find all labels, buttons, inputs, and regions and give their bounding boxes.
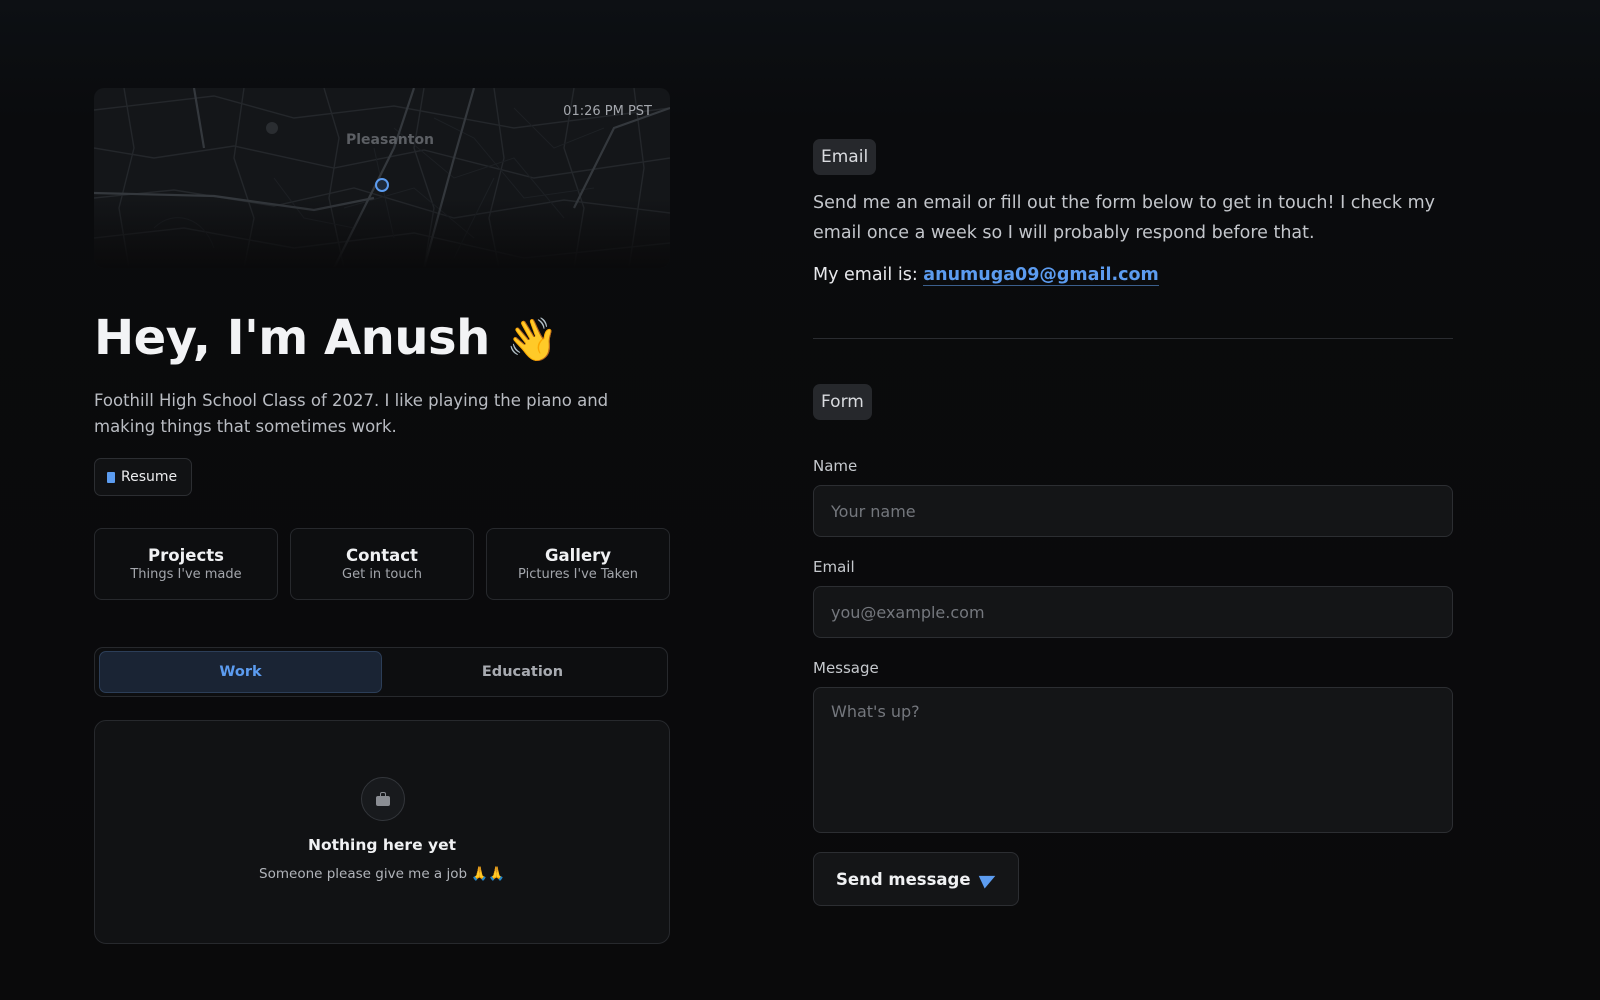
- message-textarea[interactable]: [813, 687, 1453, 833]
- email-label: Email: [813, 558, 855, 576]
- card-title: Gallery: [544, 546, 612, 565]
- gallery-card[interactable]: Gallery Pictures I've Taken: [486, 528, 670, 600]
- email-input[interactable]: [813, 586, 1453, 638]
- section-divider: [813, 338, 1453, 339]
- send-icon: [978, 869, 998, 889]
- email-line: My email is: anumuga09@gmail.com: [813, 265, 1159, 286]
- card-subtitle: Get in touch: [342, 567, 422, 582]
- location-pin-icon: [375, 178, 389, 192]
- card-title: Projects: [148, 546, 224, 565]
- location-map: Pleasanton 01:26 PM PST: [94, 88, 670, 268]
- contact-card[interactable]: Contact Get in touch: [290, 528, 474, 600]
- bio-text: Foothill High School Class of 2027. I li…: [94, 391, 609, 436]
- experience-tabs: Work Education: [94, 647, 668, 697]
- card-subtitle: Things I've made: [130, 567, 242, 582]
- nav-cards: Projects Things I've made Contact Get in…: [94, 528, 670, 600]
- profile-column: Pleasanton 01:26 PM PST Hey, I'm Anush 👋…: [94, 88, 670, 944]
- local-time: 01:26 PM PST: [563, 104, 652, 119]
- empty-state-panel: Nothing here yet Someone please give me …: [94, 720, 670, 944]
- message-label: Message: [813, 659, 879, 677]
- briefcase-icon: [376, 791, 390, 806]
- resume-button[interactable]: Resume: [94, 458, 193, 496]
- resume-label: Resume: [121, 469, 178, 485]
- empty-state-title: Nothing here yet: [307, 836, 457, 854]
- email-section-badge: Email: [813, 139, 877, 175]
- empty-state-subtitle: Someone please give me a job 🙏🙏: [259, 866, 505, 882]
- wave-icon: 👋: [505, 315, 558, 364]
- email-link[interactable]: anumuga09@gmail.com: [923, 265, 1159, 286]
- card-title: Contact: [346, 546, 418, 565]
- map-fade: [94, 198, 670, 268]
- empty-icon-circle: [361, 777, 405, 821]
- tab-education[interactable]: Education: [382, 652, 663, 692]
- email-prefix: My email is:: [813, 265, 918, 285]
- name-label: Name: [813, 457, 858, 475]
- page-title: Hey, I'm Anush 👋: [94, 310, 558, 366]
- form-section-badge: Form: [813, 384, 872, 420]
- send-message-button[interactable]: Send message: [813, 852, 1019, 906]
- name-input[interactable]: [813, 485, 1453, 537]
- card-subtitle: Pictures I've Taken: [518, 567, 638, 582]
- greeting-text: Hey, I'm Anush: [94, 310, 490, 366]
- tab-work[interactable]: Work: [99, 651, 382, 693]
- map-city-label: Pleasanton: [346, 132, 435, 148]
- projects-card[interactable]: Projects Things I've made: [94, 528, 278, 600]
- file-icon: [107, 471, 115, 483]
- send-label: Send message: [836, 869, 971, 889]
- contact-intro: Send me an email or fill out the form be…: [813, 193, 1436, 243]
